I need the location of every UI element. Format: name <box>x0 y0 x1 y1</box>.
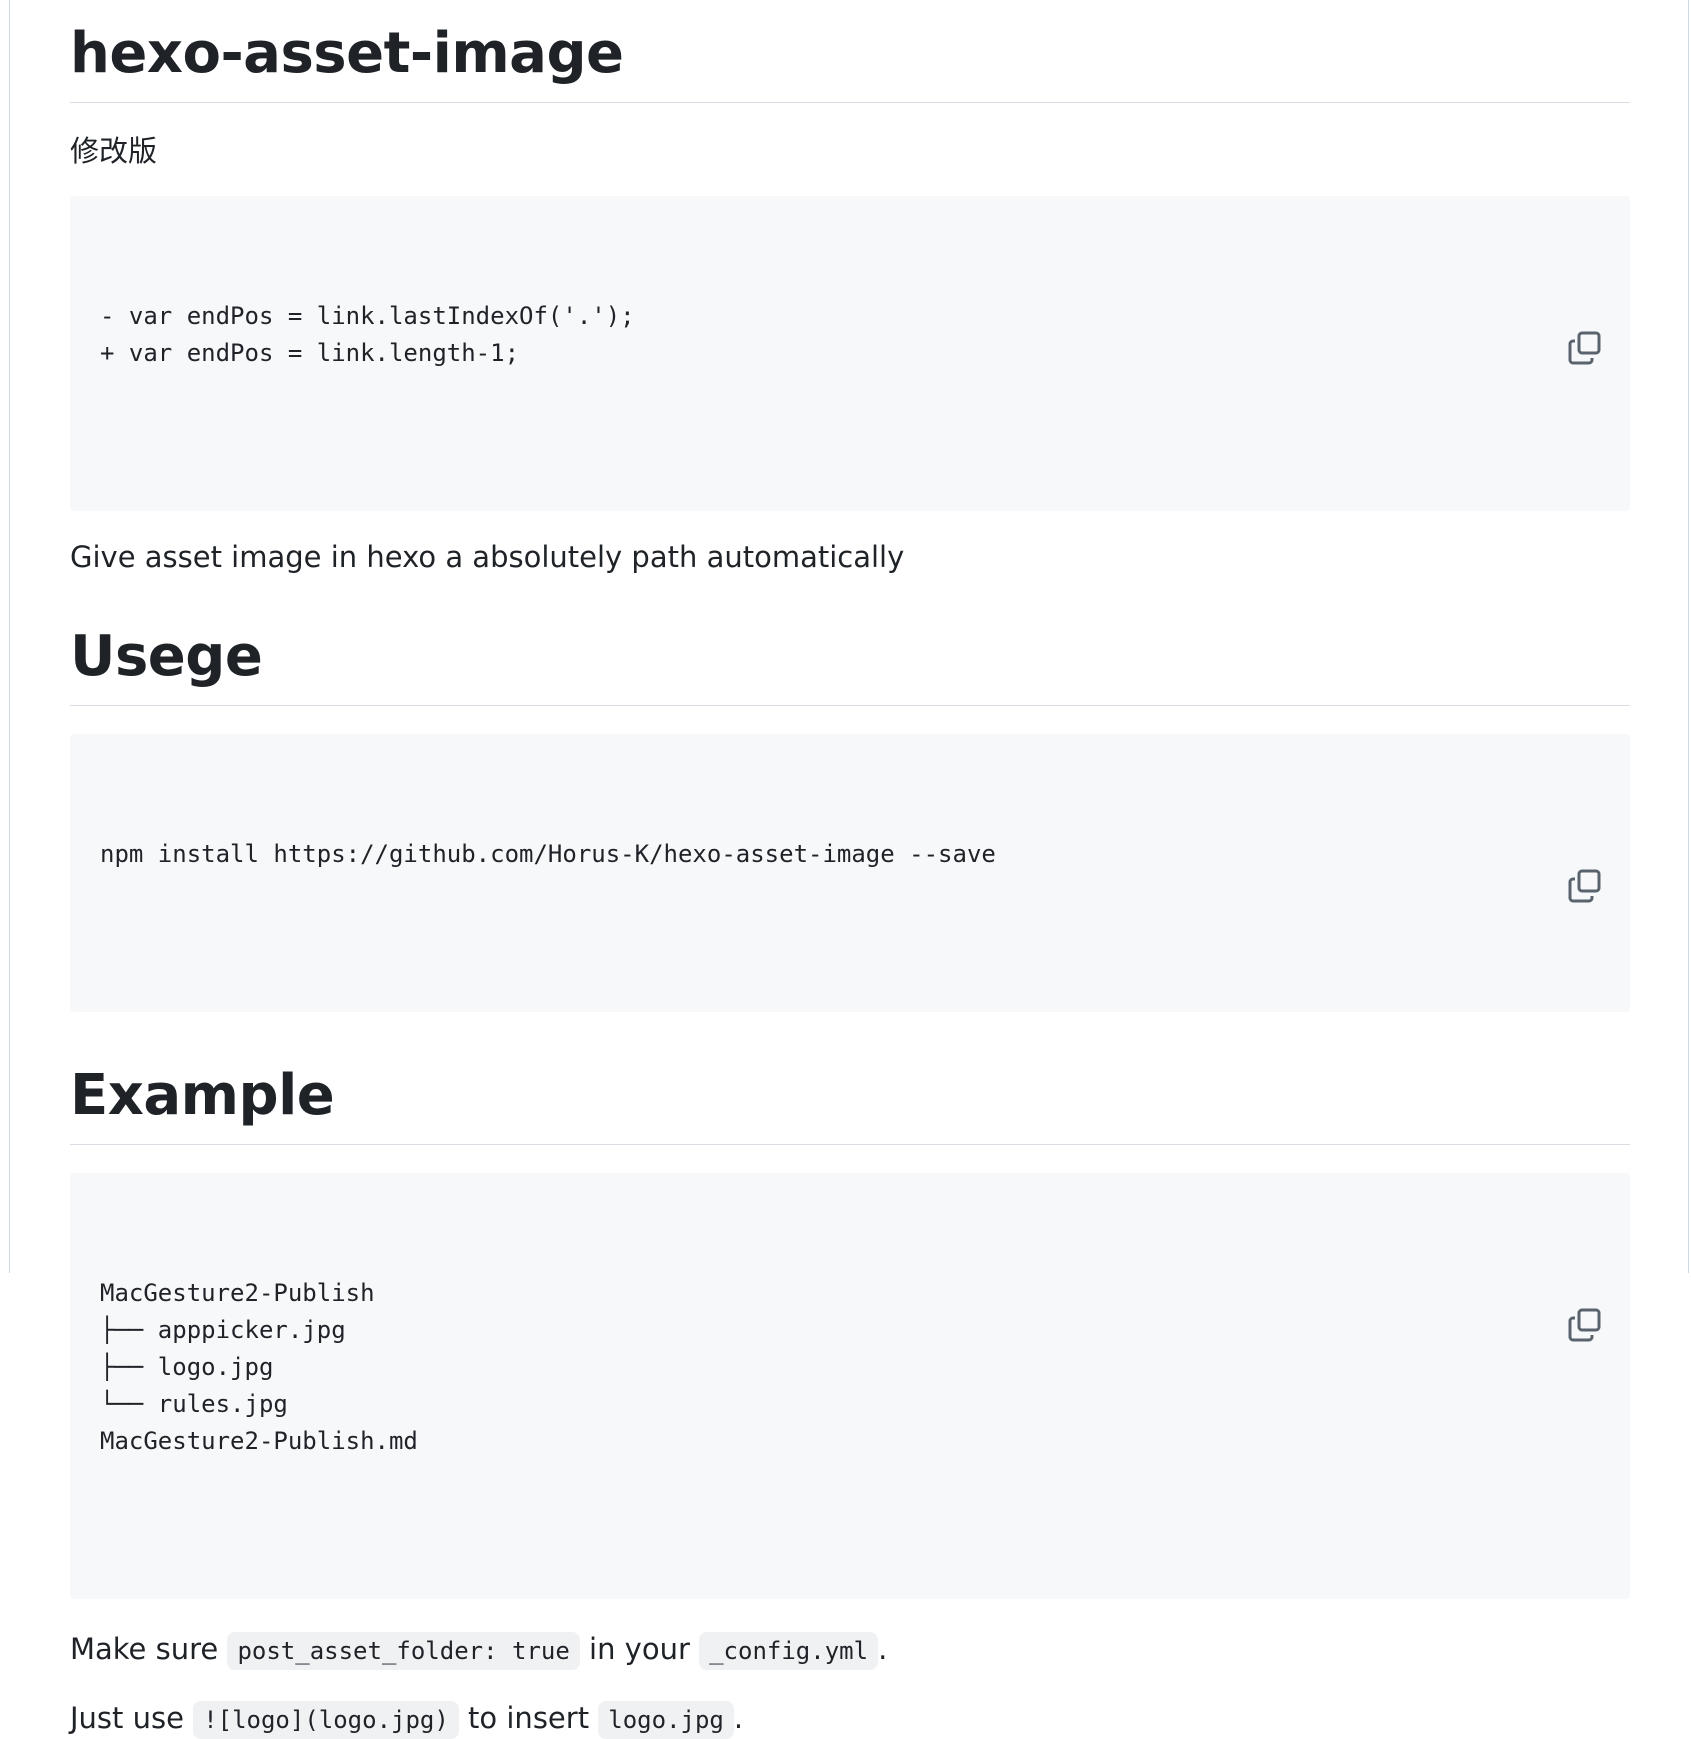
readme-content: hexo-asset-image 修改版 - var endPos = link… <box>70 0 1630 1739</box>
copy-button[interactable] <box>1566 1195 1604 1342</box>
copy-icon <box>1566 1273 1682 1413</box>
text: in your <box>579 1632 700 1667</box>
copy-icon <box>1566 834 1682 974</box>
inline-code: post_asset_folder: true <box>227 1632 580 1671</box>
text: . <box>733 1700 744 1735</box>
text: Make sure <box>70 1632 228 1667</box>
text: . <box>878 1632 888 1667</box>
text: Just use <box>70 1700 194 1735</box>
code-line: └── rules.jpg <box>100 1390 288 1419</box>
code-line: - var endPos = link.lastIndexOf('.'); <box>100 301 635 330</box>
copy-icon <box>1566 296 1682 436</box>
page-title: hexo-asset-image <box>70 0 1630 103</box>
code-line: ├── logo.jpg <box>100 1353 274 1382</box>
inline-code: logo.jpg <box>598 1700 734 1739</box>
code-line: + var endPos = link.length-1; <box>100 338 520 367</box>
example-code-block[interactable]: MacGesture2-Publish ├── apppicker.jpg ├── … <box>70 1173 1630 1600</box>
diff-code-block[interactable]: - var endPos = link.lastIndexOf('.'); + v… <box>70 195 1630 511</box>
text: to insert <box>458 1700 599 1735</box>
subtitle-cn: 修改版 <box>70 134 158 168</box>
code-line: npm install https://github.com/Horus-K/h… <box>100 840 996 869</box>
page-left-border <box>9 0 10 1273</box>
inline-code: _config.yml <box>699 1632 879 1671</box>
usage-heading: Usege <box>70 629 1630 707</box>
code-line: ├── apppicker.jpg <box>100 1316 346 1345</box>
code-line: MacGesture2-Publish.md <box>100 1427 418 1456</box>
copy-button[interactable] <box>1566 218 1604 365</box>
copy-button[interactable] <box>1566 756 1604 903</box>
inline-code: ![logo](logo.jpg) <box>193 1700 459 1739</box>
just-use-paragraph: Just use ![logo](logo.jpg) to insert log… <box>70 1698 1630 1739</box>
code-line: MacGesture2-Publish <box>100 1279 375 1308</box>
page-right-border <box>1688 0 1689 1273</box>
make-sure-paragraph: Make sure post_asset_folder: true in you… <box>70 1629 1630 1671</box>
usage-code-block[interactable]: npm install https://github.com/Horus-K/h… <box>70 734 1630 1013</box>
example-heading: Example <box>70 1068 1630 1146</box>
description-text: Give asset image in hexo a absolutely pa… <box>70 539 905 574</box>
